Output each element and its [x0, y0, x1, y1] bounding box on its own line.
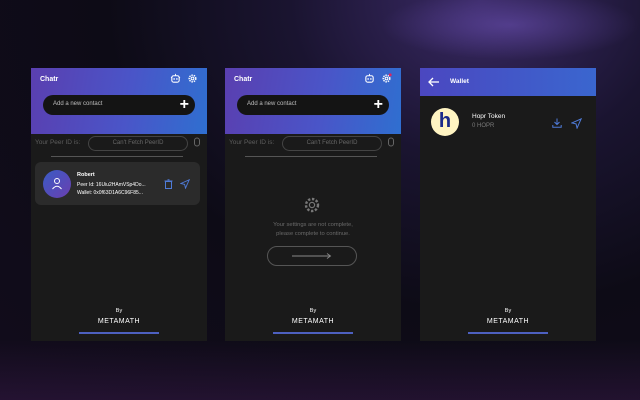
divider — [245, 156, 377, 157]
footer-by: By — [309, 308, 317, 314]
gear-icon[interactable] — [187, 73, 198, 84]
chat-header: Chatr Add a new contact + — [31, 68, 207, 134]
peer-id-label: Your Peer ID is: — [229, 139, 275, 146]
footer-by: By — [504, 308, 512, 314]
arrow-right-icon — [292, 253, 332, 259]
footer-bar — [79, 332, 159, 334]
header-icons — [170, 73, 198, 84]
divider — [51, 156, 183, 157]
settings-incomplete-message: Your settings are not complete, please c… — [247, 221, 379, 239]
copy-icon[interactable] — [193, 137, 201, 147]
contact-peer-id: Peer Id: 16Uiu2HAmVSp4Do... — [77, 182, 146, 188]
send-icon[interactable] — [571, 118, 582, 129]
contact-name: Robert — [77, 172, 95, 178]
settings-panel: Chatr Add a new contact + Your Peer ID i… — [225, 68, 401, 341]
add-contact-button[interactable]: + — [374, 97, 383, 113]
wallet-header: Wallet — [420, 68, 596, 96]
hopr-token-logo: h — [431, 108, 459, 136]
token-balance: 0 HOPR — [472, 123, 495, 129]
gear-icon — [304, 197, 320, 213]
contact-wallet: Wallet: 0x0f63D1A6C96F85... — [77, 190, 143, 196]
footer-by: By — [115, 308, 123, 314]
contact-actions — [164, 179, 190, 189]
metamath-logo: METAMATH — [486, 318, 530, 325]
message-line-1: Your settings are not complete, — [273, 222, 353, 228]
add-contact-placeholder: Add a new contact — [53, 101, 103, 107]
settings-header: Chatr Add a new contact + — [225, 68, 401, 134]
back-arrow-icon[interactable] — [428, 77, 440, 87]
metamath-logo: METAMATH — [97, 318, 141, 325]
add-contact-input[interactable]: Add a new contact + — [43, 95, 195, 115]
peer-id-value: Can't Fetch PeerID — [112, 140, 164, 146]
add-contact-input[interactable]: Add a new contact + — [237, 95, 389, 115]
wallet-title: Wallet — [450, 78, 469, 85]
token-actions — [552, 118, 582, 129]
continue-button[interactable] — [267, 246, 357, 266]
peer-id-value: Can't Fetch PeerID — [306, 140, 358, 146]
peer-id-row: Your Peer ID is: Can't Fetch PeerID — [229, 136, 397, 151]
token-name: Hopr Token — [472, 113, 506, 120]
add-contact-placeholder: Add a new contact — [247, 101, 297, 107]
app-title: Chatr — [234, 76, 253, 83]
copy-icon[interactable] — [387, 137, 395, 147]
user-icon — [52, 178, 62, 190]
header-icons — [364, 73, 392, 84]
avatar — [43, 170, 71, 198]
background-fade — [0, 340, 640, 400]
send-icon[interactable] — [180, 179, 190, 189]
metamath-logo: METAMATH — [291, 318, 335, 325]
robot-icon[interactable] — [364, 73, 375, 84]
peer-id-row: Your Peer ID is: Can't Fetch PeerID — [35, 136, 203, 151]
message-line-2: please complete to continue. — [276, 231, 350, 237]
peer-id-field[interactable]: Can't Fetch PeerID — [88, 136, 188, 151]
footer-bar — [468, 332, 548, 334]
footer-bar — [273, 332, 353, 334]
download-icon[interactable] — [552, 118, 562, 128]
wallet-panel: Wallet h Hopr Token 0 HOPR By METAMATH — [420, 68, 596, 341]
trash-icon[interactable] — [164, 179, 173, 189]
gear-icon[interactable] — [381, 73, 392, 84]
peer-id-label: Your Peer ID is: — [35, 139, 81, 146]
background-glow — [380, 0, 640, 60]
chat-panel: Chatr Add a new contact + Your Peer ID i… — [31, 68, 207, 341]
robot-icon[interactable] — [170, 73, 181, 84]
add-contact-button[interactable]: + — [180, 97, 189, 113]
contact-card[interactable]: Robert Peer Id: 16Uiu2HAmVSp4Do... Walle… — [35, 162, 200, 205]
app-title: Chatr — [40, 76, 59, 83]
peer-id-field[interactable]: Can't Fetch PeerID — [282, 136, 382, 151]
